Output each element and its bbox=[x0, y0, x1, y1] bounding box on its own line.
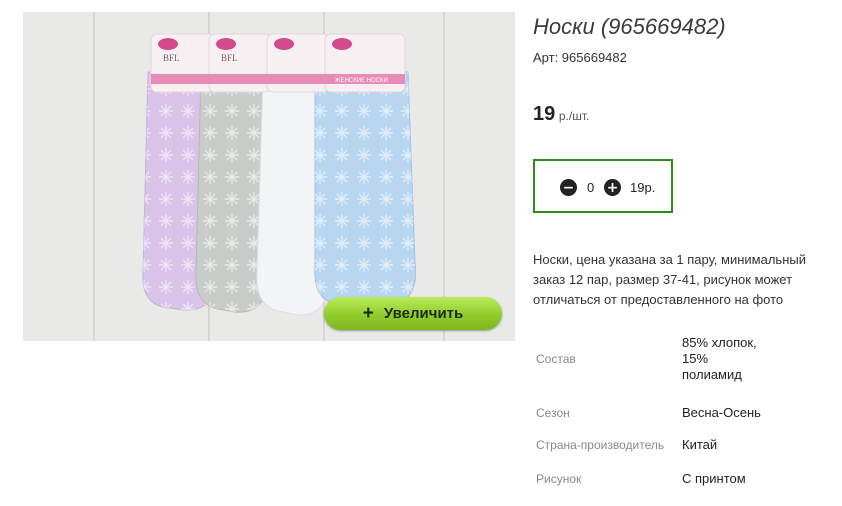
zoom-button[interactable]: + Увеличить bbox=[324, 297, 502, 330]
minus-circle-icon[interactable]: − bbox=[560, 179, 577, 196]
article-number: Арт: 965669482 bbox=[533, 50, 627, 65]
price-unit: р./шт. bbox=[558, 109, 590, 123]
spec-row: Сезон Весна-Осень bbox=[533, 395, 762, 431]
zoom-button-label: Увеличить bbox=[383, 305, 464, 322]
package-label-text: ЖЕНСКИЕ НОСКИ bbox=[335, 78, 388, 84]
quantity-total: 19р. bbox=[630, 180, 656, 195]
product-description: Носки, цена указана за 1 пару, минимальн… bbox=[533, 252, 806, 307]
spec-row: Состав 85% хлопок, 15% полиамид bbox=[533, 323, 762, 395]
package-cards: BFL BFL ЖЕНСКИЕ НОСКИ bbox=[150, 33, 406, 93]
price: 19 р./шт. bbox=[533, 103, 589, 126]
spec-row: Страна-производитель Китай bbox=[533, 431, 762, 459]
spec-row: Рисунок С принтом bbox=[533, 459, 762, 499]
package-brand-text: BFL bbox=[163, 53, 180, 63]
spec-value: С принтом bbox=[682, 471, 746, 486]
spec-value: 85% хлопок, 15% полиамид bbox=[682, 335, 757, 382]
plus-icon: + bbox=[362, 303, 374, 324]
product-image[interactable]: BFL BFL ЖЕНСКИЕ НОСКИ + Увеличить bbox=[23, 12, 515, 341]
product-title: Носки (965669482) bbox=[533, 14, 726, 39]
spec-value: Китай bbox=[682, 437, 718, 452]
plus-circle-icon[interactable]: + bbox=[604, 179, 621, 196]
price-value: 19 bbox=[533, 103, 556, 125]
specs-table: Состав 85% хлопок, 15% полиамид Сезон Ве… bbox=[533, 323, 762, 499]
spec-label: Состав bbox=[536, 352, 576, 366]
quantity-value[interactable]: 0 bbox=[587, 180, 594, 195]
sock-blue bbox=[314, 71, 417, 309]
spec-label: Рисунок bbox=[536, 472, 582, 486]
quantity-box: − 0 + 19р. bbox=[533, 159, 673, 213]
package-brand-text: BFL bbox=[221, 53, 238, 63]
socks-photo: BFL BFL ЖЕНСКИЕ НОСКИ bbox=[142, 33, 417, 316]
spec-value: Весна-Осень bbox=[682, 405, 761, 420]
spec-label: Сезон bbox=[536, 406, 570, 420]
spec-label: Страна-производитель bbox=[536, 438, 665, 452]
